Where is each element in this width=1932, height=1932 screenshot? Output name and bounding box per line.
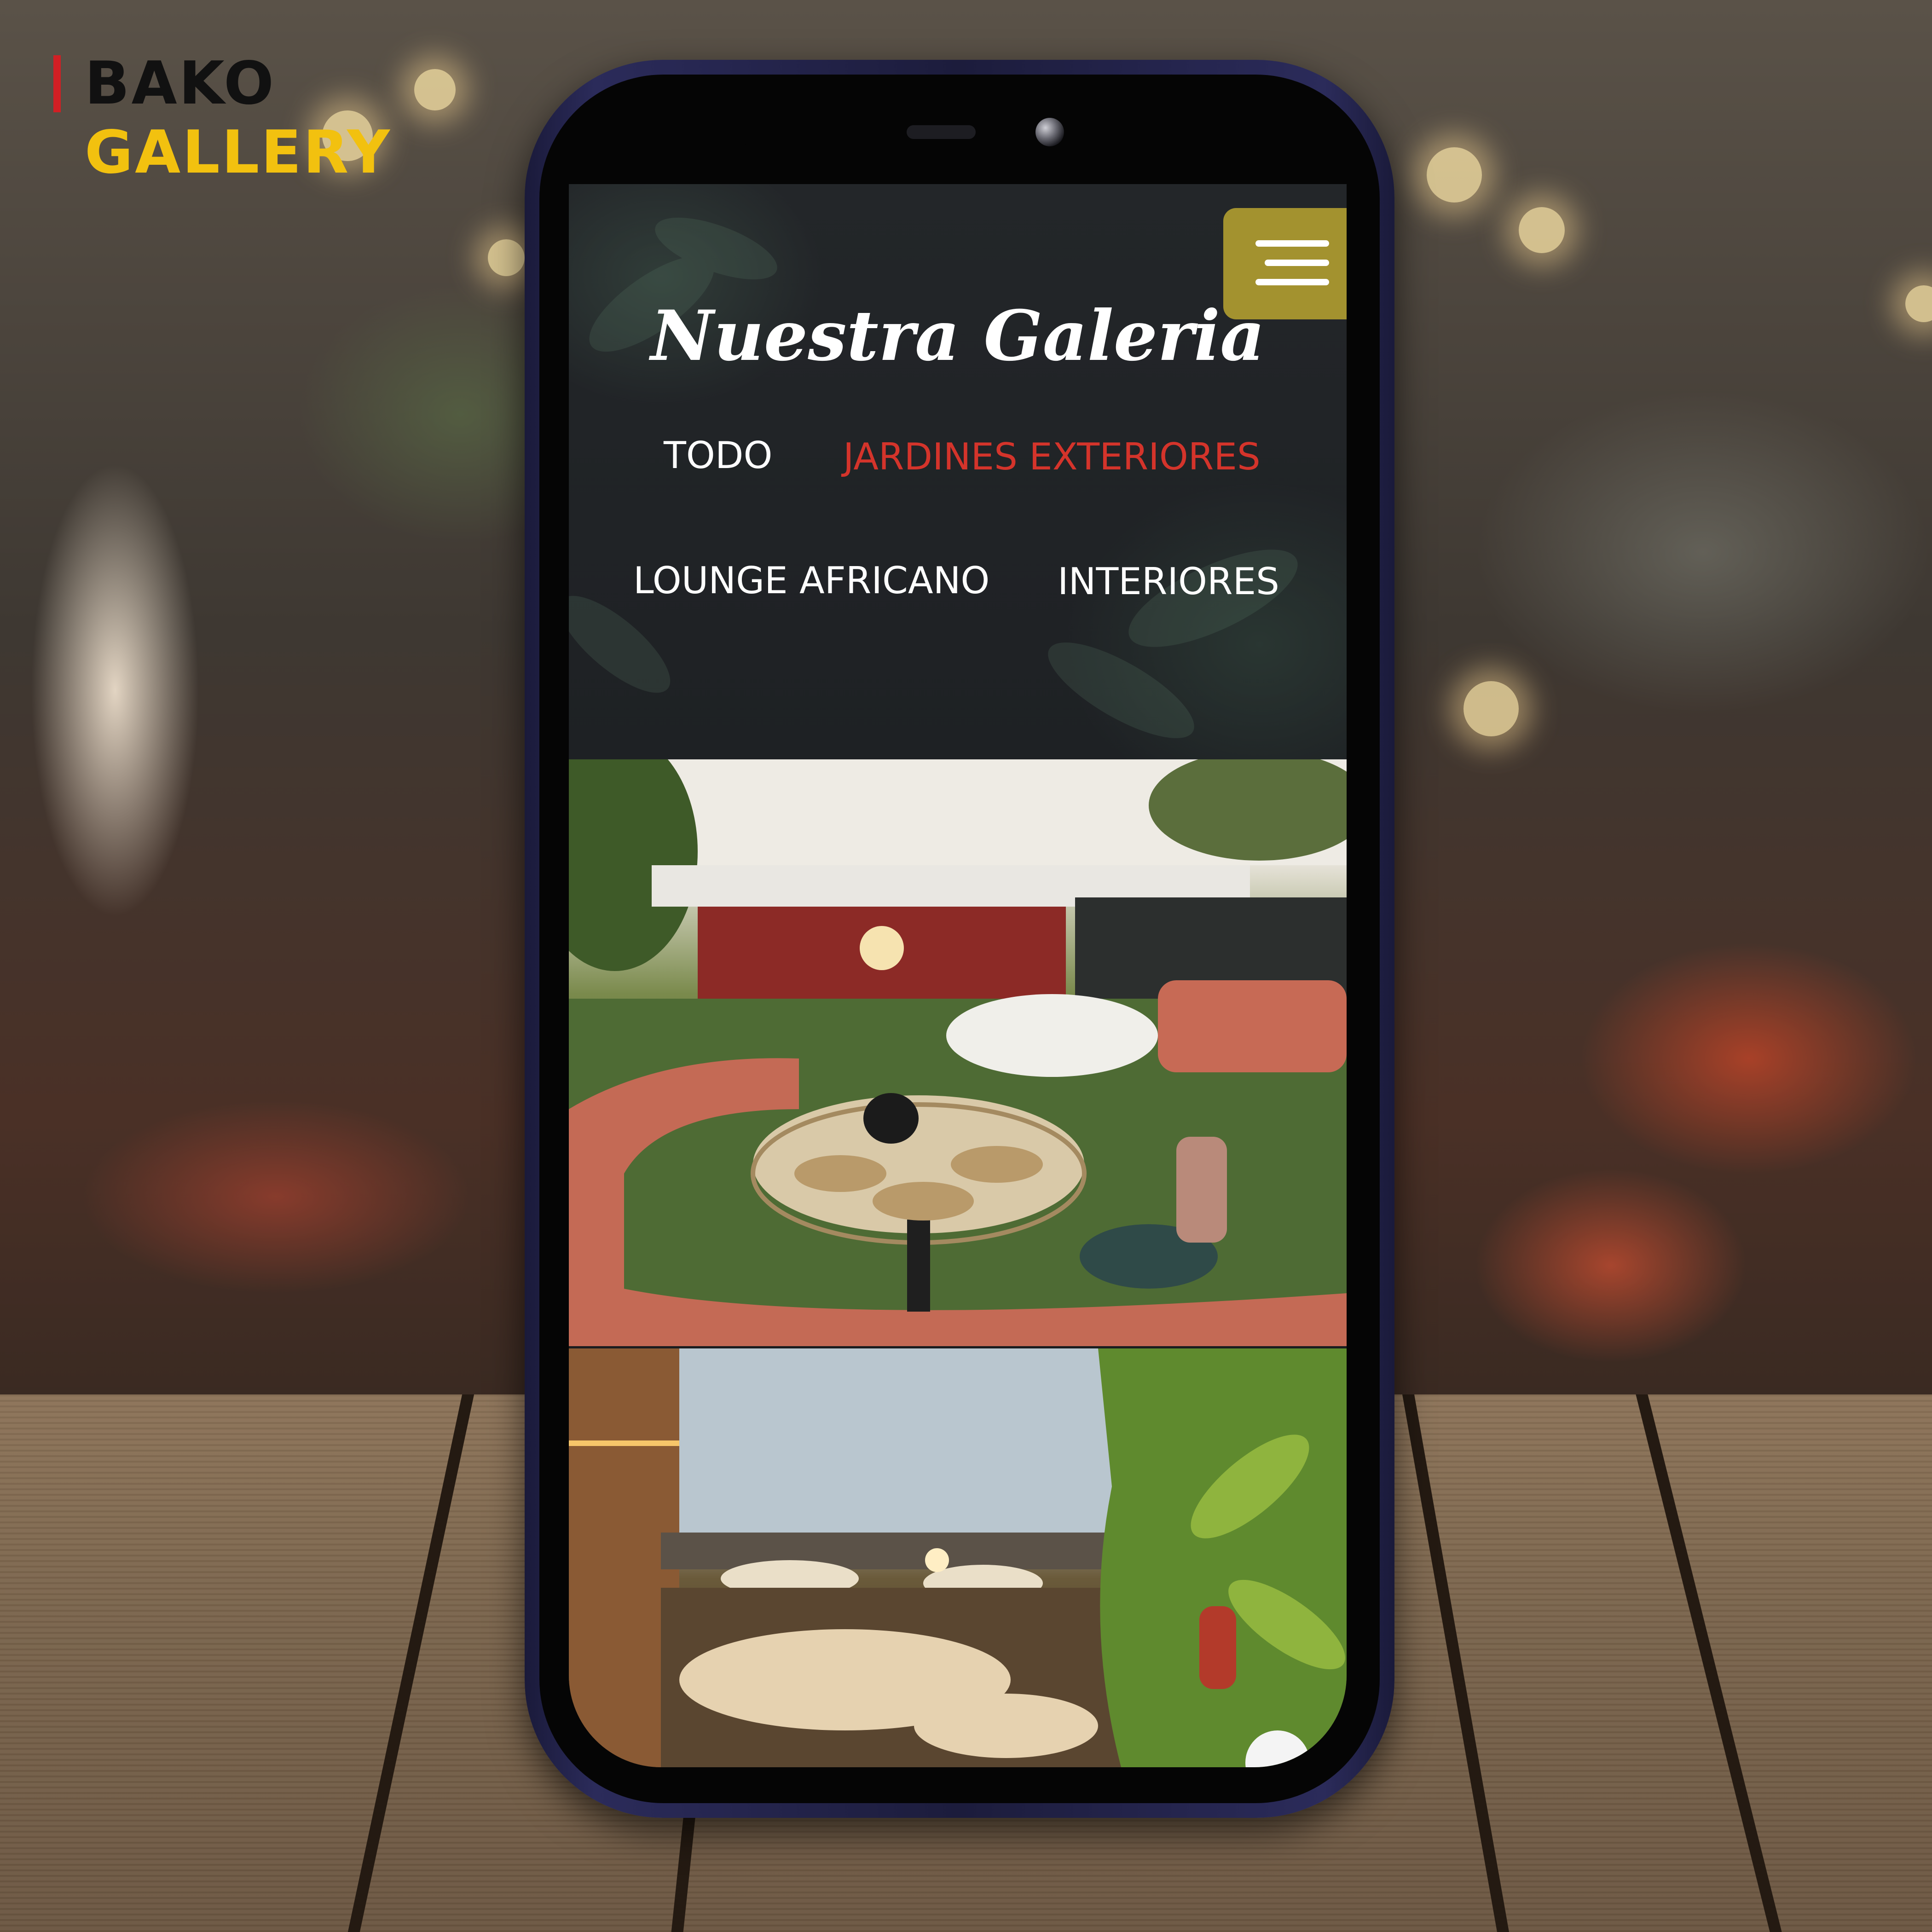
bokeh-light (414, 69, 456, 110)
lit-tables (914, 1694, 1098, 1758)
filter-tab-jardines-exteriores[interactable]: JARDINES EXTERIORES (843, 434, 1261, 480)
front-camera-icon (1035, 118, 1064, 146)
centerpiece-pot (863, 1093, 919, 1144)
red-plant-pot (1199, 1606, 1236, 1689)
globe-lamp (860, 926, 904, 970)
patterned-chair (1176, 1137, 1227, 1243)
gallery-header: Nuestra Galeria TODO JARDINES EXTERIORES… (569, 184, 1347, 759)
table-pedestal (907, 1220, 930, 1312)
bokeh-light (1463, 681, 1519, 736)
page-title: Nuestra Galeria (650, 295, 1265, 376)
logo-accent-bar (53, 55, 61, 112)
menu-line (1255, 279, 1329, 285)
placemat (794, 1155, 886, 1192)
bokeh-light (488, 239, 525, 276)
lamp-post-globe (925, 1548, 949, 1572)
garden-terrace-photo (569, 759, 1347, 1346)
leaf-shape (1048, 642, 1194, 738)
gallery-photo[interactable] (569, 1348, 1347, 1767)
speaker-grille (907, 125, 976, 139)
phone-screen: Nuestra Galeria TODO JARDINES EXTERIORES… (569, 184, 1347, 1767)
placemat (873, 1182, 974, 1221)
back-sofa (1158, 980, 1347, 1072)
distant-buildings (661, 1533, 1121, 1569)
bokeh-light (1519, 207, 1565, 253)
filter-tab-lounge-africano[interactable]: LOUNGE AFRICANO (633, 558, 989, 604)
plank-gap (347, 1394, 474, 1932)
logo-text-gallery: GALLERY (85, 118, 392, 187)
menu-line (1255, 240, 1329, 247)
plank-gap (1636, 1394, 1782, 1932)
placemat (951, 1146, 1043, 1183)
string-lights (569, 1440, 679, 1446)
fern-wall (1098, 1348, 1347, 1767)
gallery-photo[interactable] (569, 759, 1347, 1346)
bokeh-light (1427, 147, 1482, 202)
menu-line (1265, 260, 1329, 266)
evening-garden-photo (569, 1348, 1347, 1767)
logo-text-bako: BAKO (85, 49, 276, 118)
filter-tab-todo[interactable]: TODO (664, 433, 772, 479)
filter-tab-interiores[interactable]: INTERIORES (1058, 559, 1279, 605)
plank-gap (1402, 1394, 1509, 1932)
diner-group (946, 994, 1158, 1077)
